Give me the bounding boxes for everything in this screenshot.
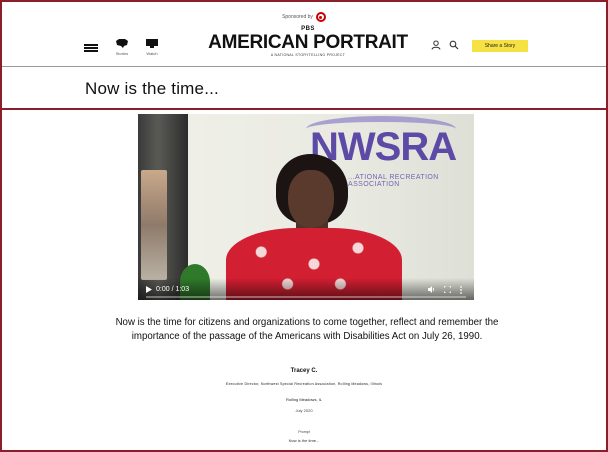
video-progress-bar[interactable]	[146, 296, 466, 298]
nav-stories-label: Stories	[115, 51, 129, 56]
site-logo[interactable]: PBS AMERICAN PORTRAIT A NATIONAL STORYTE…	[208, 26, 408, 62]
story-description: Now is the time for citizens and organiz…	[115, 317, 499, 342]
page-frame: Sponsored by Stories Watch PBS AMERICAN …	[0, 0, 608, 452]
volume-icon[interactable]	[428, 286, 436, 296]
video-frame-person-face	[288, 170, 334, 228]
logo-title: AMERICAN PORTRAIT	[208, 32, 408, 53]
page-title: Now is the time...	[85, 79, 219, 98]
play-icon[interactable]	[146, 286, 152, 296]
sponsor-line: Sponsored by	[2, 11, 606, 23]
nav-watch[interactable]: Watch	[142, 38, 162, 58]
video-time: 0:00 / 1:03	[156, 286, 190, 293]
story-location: Rolling Meadows, IL	[285, 397, 323, 402]
video-frame-poster	[141, 170, 167, 280]
site-header: Sponsored by Stories Watch PBS AMERICAN …	[2, 2, 606, 66]
story-prompt-link[interactable]: Now is the time...	[2, 438, 606, 443]
page-title-bar: Now is the time...	[2, 66, 606, 110]
share-story-button[interactable]: Share a Story	[472, 40, 528, 52]
target-logo-icon[interactable]	[315, 12, 326, 22]
video-controls: 0:00 / 1:03	[138, 278, 474, 300]
story-author: Tracey C.	[290, 368, 318, 374]
story-prompt-label: Prompt	[298, 430, 310, 434]
nav-stories[interactable]: Stories	[112, 38, 132, 58]
fullscreen-icon[interactable]	[443, 285, 452, 296]
nav-watch-label: Watch	[146, 51, 158, 56]
story-date: July 2020	[295, 408, 313, 413]
logo-tagline: A NATIONAL STORYTELLING PROJECT	[270, 53, 346, 57]
video-banner-subtitle: ...ATIONAL RECREATION ASSOCIATION	[348, 174, 439, 188]
monitor-icon	[145, 38, 159, 51]
us-map-icon	[115, 38, 129, 51]
sponsor-text: Sponsored by	[282, 14, 313, 20]
video-player[interactable]: NWSRA ...ATIONAL RECREATION ASSOCIATION …	[138, 114, 474, 300]
user-icon[interactable]	[430, 40, 442, 52]
search-icon[interactable]	[448, 40, 460, 52]
menu-icon[interactable]	[84, 44, 98, 52]
story-author-title: Executive Director, Northwest Special Re…	[225, 382, 383, 386]
